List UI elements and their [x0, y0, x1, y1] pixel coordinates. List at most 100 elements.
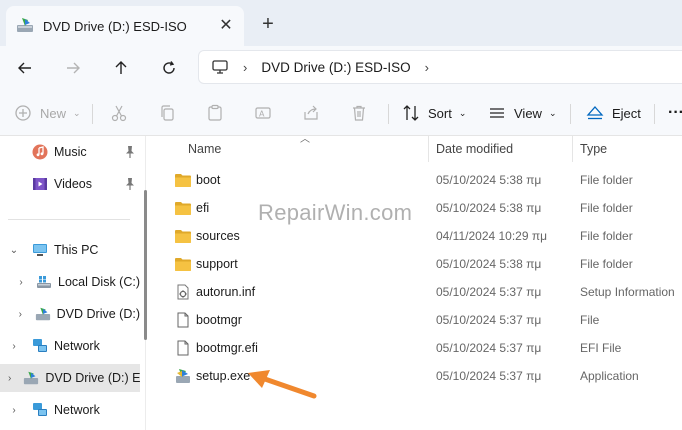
- file-icon: [177, 340, 189, 356]
- nav-item-dvd-drive[interactable]: › DVD Drive (D:): [0, 300, 140, 328]
- file-row[interactable]: boot 05/10/2024 5:38 πμ File folder: [156, 166, 682, 194]
- nav-item-network-2[interactable]: › Network: [0, 396, 140, 424]
- share-icon: [304, 105, 318, 120]
- rename-icon: A: [255, 107, 271, 119]
- cut-button[interactable]: [110, 98, 128, 128]
- nav-item-this-pc[interactable]: ⌄ This PC: [0, 236, 140, 264]
- new-label: New: [40, 105, 67, 121]
- nav-scrollbar[interactable]: [144, 190, 147, 340]
- tab-strip: DVD Drive (D:) ESD-ISO ✕ +: [0, 0, 682, 46]
- column-divider[interactable]: [572, 136, 573, 162]
- chevron-right-icon[interactable]: ›: [8, 405, 20, 416]
- sort-label: Sort: [428, 105, 452, 121]
- column-header-name[interactable]: Name: [188, 142, 221, 156]
- new-button[interactable]: New ⌄: [14, 98, 81, 128]
- rename-button[interactable]: A: [254, 98, 272, 128]
- chevron-right-icon[interactable]: ›: [18, 309, 23, 320]
- sort-button[interactable]: Sort ⌄: [402, 98, 466, 128]
- local-disk-icon: [36, 274, 52, 290]
- up-button[interactable]: [106, 53, 136, 83]
- copy-button[interactable]: [158, 98, 176, 128]
- tab-dvd-drive[interactable]: DVD Drive (D:) ESD-ISO ✕: [6, 6, 244, 46]
- refresh-button[interactable]: [154, 53, 184, 83]
- setup-information-icon: [177, 284, 189, 300]
- nav-label-local-disk: Local Disk (C:): [58, 275, 140, 289]
- nav-label-dvd-drive: DVD Drive (D:): [56, 307, 140, 321]
- file-row[interactable]: efi 05/10/2024 5:38 πμ File folder: [156, 194, 682, 222]
- new-tab-button[interactable]: +: [256, 12, 280, 36]
- file-row[interactable]: autorun.inf 05/10/2024 5:37 πμ Setup Infor…: [156, 278, 682, 306]
- file-row[interactable]: bootmgr 05/10/2024 5:37 πμ File: [156, 306, 682, 334]
- address-bar[interactable]: › DVD Drive (D:) ESD-ISO ›: [198, 50, 682, 84]
- chevron-right-icon[interactable]: ›: [18, 277, 24, 288]
- file-type: File folder: [580, 173, 633, 187]
- file-name: sources: [196, 229, 240, 243]
- share-button[interactable]: [302, 98, 320, 128]
- file-date-modified: 05/10/2024 5:38 πμ: [436, 201, 542, 215]
- file-row[interactable]: sources 04/11/2024 10:29 πμ File folder: [156, 222, 682, 250]
- music-icon: [32, 144, 48, 160]
- column-headers: ︿ Name Date modified Type: [156, 134, 682, 162]
- nav-label-music: Music: [54, 145, 87, 159]
- nav-item-dvd-drive-esd[interactable]: › DVD Drive (D:) E: [0, 364, 140, 392]
- file-name: autorun.inf: [196, 285, 256, 299]
- chevron-down-icon: ⌄: [458, 107, 467, 118]
- file-row[interactable]: setup.exe 05/10/2024 5:37 πμ Application: [156, 362, 682, 390]
- close-tab-icon[interactable]: ✕: [216, 16, 236, 36]
- folder-icon: [175, 230, 191, 243]
- folder-icon: [175, 202, 191, 215]
- eject-button[interactable]: Eject: [586, 98, 641, 128]
- chevron-down-icon: ⌄: [548, 107, 557, 118]
- folder-icon: [175, 258, 191, 271]
- column-header-date[interactable]: Date modified: [436, 142, 513, 156]
- file-name: support: [196, 257, 238, 271]
- toolbar-divider: [388, 104, 389, 124]
- file-list: ︿ Name Date modified Type boot 05/10/2024…: [156, 134, 682, 430]
- back-button[interactable]: [10, 53, 40, 83]
- file-date-modified: 05/10/2024 5:37 πμ: [436, 313, 542, 327]
- column-divider[interactable]: [428, 136, 429, 162]
- arrow-left-icon: [18, 62, 31, 74]
- network-icon: [32, 402, 48, 418]
- nav-label-network-2: Network: [54, 403, 100, 417]
- scissors-icon: [111, 105, 127, 122]
- svg-text:A: A: [259, 110, 265, 119]
- file-icon: [177, 312, 189, 328]
- file-type: Setup Information: [580, 285, 675, 299]
- more-options-button[interactable]: ···: [668, 98, 682, 128]
- sort-icon: [403, 105, 419, 121]
- chevron-right-icon[interactable]: ›: [425, 60, 429, 75]
- chevron-right-icon[interactable]: ›: [8, 373, 11, 384]
- column-header-type[interactable]: Type: [580, 142, 607, 156]
- nav-item-network[interactable]: › Network: [0, 332, 140, 360]
- breadcrumb-dvd-drive[interactable]: DVD Drive (D:) ESD-ISO: [261, 60, 410, 75]
- file-name: efi: [196, 201, 210, 215]
- view-lines-icon: [490, 108, 504, 118]
- chevron-down-icon[interactable]: ⌄: [8, 245, 20, 256]
- eject-label: Eject: [612, 105, 641, 121]
- nav-item-music[interactable]: Music: [0, 138, 140, 166]
- arrow-up-icon: [115, 61, 127, 74]
- paste-button[interactable]: [206, 98, 224, 128]
- chevron-right-icon[interactable]: ›: [8, 341, 20, 352]
- nav-item-videos[interactable]: Videos: [0, 170, 140, 198]
- file-row[interactable]: support 05/10/2024 5:38 πμ File folder: [156, 250, 682, 278]
- trash-icon: [353, 105, 365, 121]
- chevron-down-icon: ⌄: [73, 107, 81, 118]
- file-row[interactable]: bootmgr.efi 05/10/2024 5:37 πμ EFI File: [156, 334, 682, 362]
- navigation-pane: Music Videos ⌄ This PC › Local Disk (C:)…: [0, 136, 146, 430]
- view-label: View: [514, 105, 542, 121]
- folder-icon: [175, 174, 191, 187]
- videos-icon: [32, 176, 48, 192]
- pin-icon[interactable]: [124, 177, 136, 191]
- toolbar-divider: [92, 104, 93, 124]
- nav-item-local-disk[interactable]: › Local Disk (C:): [0, 268, 140, 296]
- forward-button[interactable]: [58, 53, 88, 83]
- file-date-modified: 05/10/2024 5:37 πμ: [436, 341, 542, 355]
- pin-icon[interactable]: [124, 145, 136, 159]
- nav-label-dvd-drive-esd: DVD Drive (D:) E: [45, 371, 140, 385]
- chevron-right-icon[interactable]: ›: [243, 60, 247, 75]
- view-button[interactable]: View ⌄: [488, 98, 557, 128]
- delete-button[interactable]: [350, 98, 368, 128]
- arrow-right-icon: [67, 62, 80, 74]
